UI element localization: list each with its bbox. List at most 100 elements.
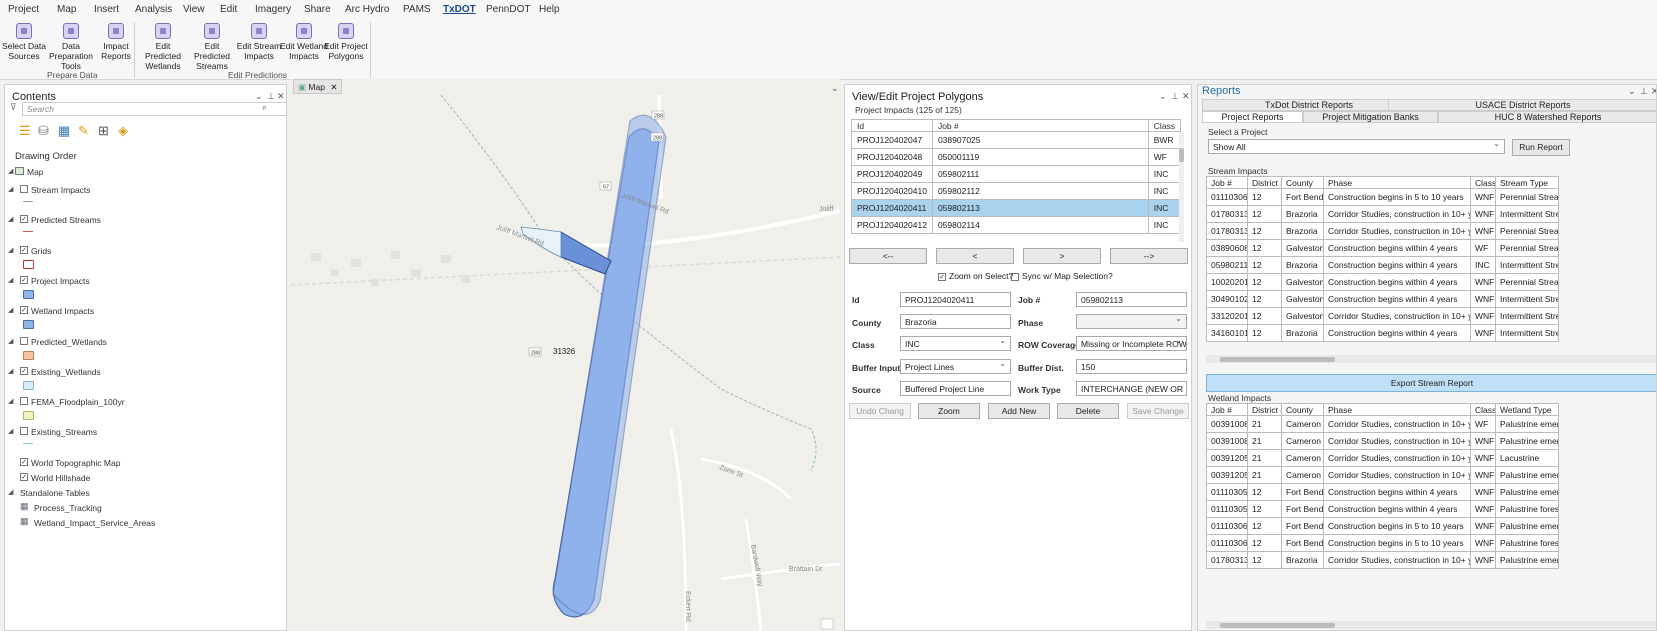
table-row[interactable]: PROJ120402041​0 059802112 INC [851,182,1182,200]
id-field[interactable]: PROJ1204020411 [900,292,1011,307]
search-input[interactable]: Search [22,102,286,116]
menu-edit[interactable]: Edit [220,4,237,15]
table-row[interactable]: 01110305912Fort BendConstruction begins … [1206,483,1559,501]
layer-fema-floodplain-100yr[interactable]: ◢ FEMA_Floodplain_100yr [5,397,285,427]
table-row[interactable]: PROJ120402047 038907025 BWR [851,131,1182,149]
expand-arrow-icon[interactable]: ◢ [8,276,13,284]
column-header[interactable]: County [1281,176,1324,189]
tab-usace-district-reports[interactable]: USACE District Reports [1388,99,1656,111]
column-header[interactable]: Stream Type [1495,176,1559,189]
column-header[interactable]: Job # [1206,403,1248,416]
list-by-snapping-icon[interactable]: ⊞ [98,123,109,139]
menu-arc-hydro[interactable]: Arc Hydro [345,4,389,15]
tab-project-reports[interactable]: Project Reports [1202,111,1303,123]
table-row[interactable]: 00391205721CameronCorridor Studies, cons… [1206,466,1559,484]
filter-icon[interactable]: ⊽ [10,102,17,113]
table-row[interactable]: 01780313612BrazoriaCorridor Studies, con… [1206,205,1559,223]
map-canvas[interactable]: Joliff Manvel Rd Joliff Manvel Rd Joliff… [291,79,840,631]
expand-arrow-icon[interactable]: ◢ [8,427,13,435]
map-tab[interactable]: ▣ Map ✕ [293,79,343,94]
table-row[interactable]: 00391008421CameronCorridor Studies, cons… [1206,415,1559,433]
ribbon-button-edit-project-polygons[interactable]: Edit Project Polygons [320,23,372,61]
expand-arrow-icon[interactable]: ◢ [8,167,13,175]
layer-project-impacts[interactable]: ◢ ✓ Project Impacts [5,275,285,306]
expand-arrow-icon[interactable]: ◢ [8,337,13,345]
export-stream-report-button[interactable]: Export Stream Report [1206,374,1656,392]
table-row[interactable]: PROJ120402041​1 059802113 INC [851,199,1182,217]
save-change-button[interactable]: Save Change [1127,403,1189,419]
column-header[interactable]: Class [1470,176,1496,189]
column-header[interactable]: Id [851,119,933,132]
project-select-dropdown[interactable]: Show All [1208,139,1505,154]
menu-txdot[interactable]: TxDOT [443,4,476,15]
expand-arrow-icon[interactable]: ◢ [8,367,13,375]
layer-visibility-checkbox[interactable]: ✓ [20,215,28,224]
job-field[interactable]: 059802113 [1076,292,1187,307]
table-row[interactable]: PROJ120402048 050001119 WF [851,148,1182,166]
table-row[interactable]: 03890608812GalvestonConstruction begins … [1206,239,1559,257]
layer-existing-wetlands[interactable]: ◢ ✓ Existing_Wetlands [5,366,285,397]
table-row[interactable]: 00391205721CameronCorridor Studies, cons… [1206,449,1559,467]
close-icon[interactable]: ✕ [277,91,285,102]
layer-visibility-checkbox[interactable] [20,397,28,406]
column-header[interactable]: Class [1147,119,1182,132]
buffer-dist-field[interactable]: 150 [1076,359,1187,374]
table-row[interactable]: 01110306412Fort BendConstruction begins … [1206,188,1559,206]
menu-project[interactable]: Project [8,4,39,15]
table-wetland-impact-service-areas[interactable]: ▦ Wetland_Impact_Service_Areas [5,517,285,548]
ribbon-button-edit-predicted-streams[interactable]: Edit Predicted Streams [186,23,238,71]
expand-arrow-icon[interactable]: ◢ [8,488,13,496]
layer-predicted-wetlands[interactable]: ◢ Predicted_Wetlands [5,336,285,367]
ribbon-button-edit-predicted-wetlands[interactable]: Edit Predicted Wetlands [137,23,189,71]
close-icon[interactable]: ✕ [1182,91,1190,102]
layer-visibility-checkbox[interactable] [20,185,28,193]
previous-record-button[interactable]: < [936,248,1014,264]
menu-help[interactable]: Help [539,4,560,15]
phase-dropdown[interactable] [1076,314,1187,329]
checkbox-box[interactable]: ✓ [938,272,946,281]
column-header[interactable]: Phase [1323,176,1471,189]
layer-visibility-checkbox[interactable]: ✓ [20,275,28,284]
expand-arrow-icon[interactable]: ◢ [8,215,13,223]
column-header[interactable]: County [1281,403,1324,416]
layer-visibility-checkbox[interactable]: ✓ [20,245,28,254]
menu-share[interactable]: Share [304,4,331,15]
table-scrollbar[interactable] [1179,132,1184,242]
layer-visibility-checkbox[interactable]: ✓ [20,366,28,375]
menu-map[interactable]: Map [57,4,76,15]
layer-visibility-checkbox[interactable] [20,427,28,436]
sync-map-selection-checkbox[interactable]: Sync w/ Map Selection? [1011,271,1113,281]
tab-txdot-district-reports[interactable]: TxDot District Reports [1202,99,1416,111]
layer-existing-streams[interactable]: ◢ Existing_Streams [5,427,285,457]
stream-table-horizontal-scrollbar[interactable] [1206,355,1656,363]
tab-huc8-watershed-reports[interactable]: HUC 8 Watershed Reports [1438,111,1656,123]
close-icon[interactable]: ✕ [1651,86,1656,97]
expand-arrow-icon[interactable]: ◢ [8,306,13,314]
column-header[interactable]: Phase [1323,403,1471,416]
tab-project-mitigation-banks[interactable]: Project Mitigation Banks [1303,111,1438,123]
work-type-field[interactable]: INTERCHANGE (NEW OR RECON [1076,381,1187,396]
list-by-drawing-order-icon[interactable]: ☰ [19,123,31,139]
menu-view[interactable]: View [183,4,205,15]
last-record-button[interactable]: --> [1110,248,1188,264]
pin-icon[interactable]: ⊥ [267,91,275,102]
pane-menu-icon[interactable]: ⌄ [1628,86,1636,97]
menu-pams[interactable]: PAMS [403,4,431,15]
add-new-button[interactable]: Add New [988,403,1050,419]
county-field[interactable]: Brazoria [900,314,1011,329]
table-row[interactable]: 05980211312BrazoriaConstruction begins w… [1206,256,1559,274]
table-row[interactable]: 34160101212BrazoriaConstruction begins w… [1206,324,1559,342]
scrollbar-thumb[interactable] [1220,357,1335,362]
scrollbar-thumb[interactable] [1179,148,1184,162]
layer-visibility-checkbox[interactable] [20,336,28,345]
list-by-source-icon[interactable]: ⛁ [38,123,49,139]
next-record-button[interactable]: > [1023,248,1101,264]
column-header[interactable]: District # [1247,176,1282,189]
run-report-button[interactable]: Run Report [1512,139,1570,156]
table-row[interactable]: 01780313612BrazoriaCorridor Studies, con… [1206,222,1559,240]
list-by-labeling-icon[interactable]: ◈ [118,123,128,139]
map-corner-icon[interactable] [820,618,834,630]
wetland-table-horizontal-scrollbar[interactable] [1206,621,1656,629]
pane-menu-icon[interactable]: ⌄ [1159,91,1167,102]
search-icon[interactable]: ⌕ [262,102,267,113]
